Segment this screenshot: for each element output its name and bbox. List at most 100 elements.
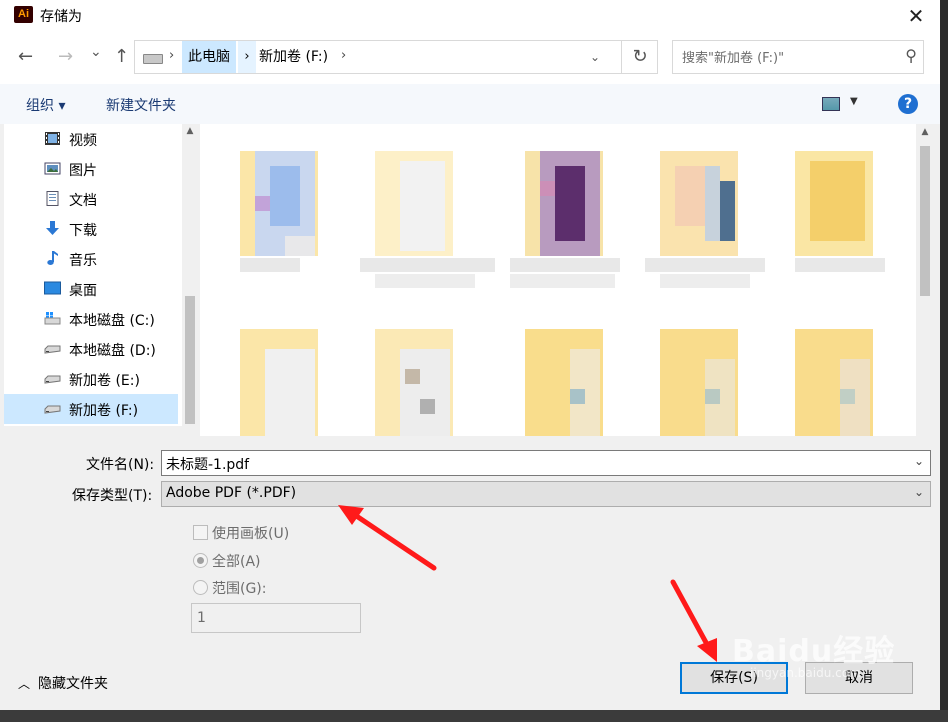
file-caption-blurred: [360, 258, 495, 272]
search-icon[interactable]: ⚲: [905, 46, 917, 65]
download-icon: [46, 221, 59, 235]
sidebar-item-drive-f[interactable]: 新加卷 (F:): [4, 394, 178, 424]
sidebar-item-label: 新加卷 (E:): [69, 373, 140, 389]
file-list: [200, 124, 916, 436]
sidebar-item-music[interactable]: 音乐: [4, 244, 178, 274]
baidu-watermark: Baidu经验: [732, 634, 896, 669]
help-icon[interactable]: ?: [898, 94, 918, 114]
search-box[interactable]: ⚲: [672, 40, 924, 75]
command-toolbar: 组织 ▾ 新建文件夹 ▼ ?: [0, 84, 940, 124]
file-list-scrollbar[interactable]: ▲: [916, 124, 934, 436]
windows-drive-icon: [44, 312, 61, 325]
drive-icon: [44, 405, 61, 414]
sidebar-item-downloads[interactable]: 下载: [4, 214, 178, 244]
new-folder-button[interactable]: 新建文件夹: [106, 95, 176, 115]
view-dropdown-icon[interactable]: ▼: [850, 96, 858, 107]
up-button[interactable]: ↑: [114, 46, 129, 67]
video-icon: [45, 132, 60, 145]
file-thumbnail[interactable]: [240, 136, 318, 256]
illustrator-app-icon: Ai: [14, 6, 33, 23]
range-input[interactable]: 1: [191, 603, 361, 633]
sidebar-item-documents[interactable]: 文档: [4, 184, 178, 214]
breadcrumb-separator: ›: [169, 48, 175, 63]
scrollbar-thumb[interactable]: [185, 296, 195, 424]
address-bar[interactable]: › 此电脑 › 新加卷 (F:) › ⌄ ↻: [134, 40, 658, 74]
window-title: 存储为: [40, 9, 82, 25]
sidebar-item-label: 本地磁盘 (C:): [69, 313, 155, 329]
breadcrumb-separator[interactable]: ›: [238, 41, 256, 73]
sidebar-item-drive-c[interactable]: 本地磁盘 (C:): [4, 304, 178, 334]
scroll-up-icon[interactable]: ▲: [916, 127, 934, 137]
sidebar-item-pictures[interactable]: 图片: [4, 154, 178, 184]
breadcrumb-this-pc[interactable]: 此电脑: [182, 41, 236, 73]
sidebar-item-videos[interactable]: 视频: [4, 124, 178, 154]
use-artboards-checkbox[interactable]: [193, 525, 208, 540]
file-caption-blurred: [645, 258, 765, 272]
background-window-edge: [940, 0, 948, 722]
back-button[interactable]: ←: [18, 46, 33, 67]
music-icon: [47, 251, 58, 265]
drive-icon: [44, 375, 61, 384]
view-options-icon[interactable]: [822, 97, 840, 111]
refresh-button[interactable]: ↻: [621, 41, 658, 73]
filename-input[interactable]: [162, 451, 888, 477]
file-caption-blurred: [510, 274, 615, 288]
close-button[interactable]: ✕: [900, 0, 932, 32]
file-caption-blurred: [660, 274, 750, 288]
range-custom-radio[interactable]: [193, 580, 208, 595]
use-artboards-label: 使用画板(U): [212, 526, 290, 542]
navigation-pane: 视频 图片 文档 下载 音乐 桌面 本地磁盘 (C:) 本地磁盘 (D:) 新加…: [4, 124, 198, 426]
documents-icon: [46, 191, 59, 206]
hide-folders-toggle[interactable]: ︿ 隐藏文件夹: [18, 673, 108, 693]
file-caption-blurred: [795, 258, 885, 272]
file-thumbnail[interactable]: [795, 329, 873, 436]
file-thumbnail[interactable]: [795, 136, 873, 256]
background-window-bottom: [0, 710, 948, 722]
recent-locations-button[interactable]: ⌄: [90, 44, 102, 60]
chevron-down-icon[interactable]: ⌄: [914, 485, 924, 499]
organize-menu[interactable]: 组织 ▾: [26, 95, 65, 115]
range-custom-label: 范围(G):: [212, 581, 267, 597]
range-all-radio[interactable]: [193, 553, 208, 568]
chevron-down-icon[interactable]: ⌄: [914, 454, 924, 468]
range-all-label: 全部(A): [212, 554, 261, 570]
sidebar-item-label: 文档: [69, 193, 97, 209]
pictures-icon: [44, 162, 61, 175]
file-thumbnail[interactable]: [240, 329, 318, 436]
sidebar-item-label: 音乐: [69, 253, 97, 269]
navigation-scrollbar[interactable]: ▲: [182, 124, 198, 426]
file-thumbnail[interactable]: [525, 329, 603, 436]
scroll-up-icon[interactable]: ▲: [182, 126, 198, 136]
file-thumbnail[interactable]: [375, 329, 453, 436]
breadcrumb-separator[interactable]: ›: [341, 48, 346, 63]
sidebar-item-label: 桌面: [69, 283, 97, 299]
sidebar-item-label: 本地磁盘 (D:): [69, 343, 156, 359]
file-caption-blurred: [510, 258, 620, 272]
file-thumbnail[interactable]: [375, 136, 453, 256]
file-thumbnail[interactable]: [660, 136, 738, 256]
address-dropdown-icon[interactable]: ⌄: [590, 41, 600, 73]
breadcrumb-drive-f[interactable]: 新加卷 (F:): [259, 41, 328, 73]
file-caption-blurred: [240, 258, 300, 272]
file-type-select[interactable]: Adobe PDF (*.PDF) ⌄: [161, 481, 931, 507]
file-thumbnail[interactable]: [525, 136, 603, 256]
sidebar-item-desktop[interactable]: 桌面: [4, 274, 178, 304]
chevron-up-icon: ︿: [18, 677, 31, 691]
navigation-bar: ← → ⌄ ↑ › 此电脑 › 新加卷 (F:) › ⌄ ↻ ⚲: [0, 32, 940, 84]
sidebar-item-drive-d[interactable]: 本地磁盘 (D:): [4, 334, 178, 364]
filename-combobox[interactable]: ⌄: [161, 450, 931, 477]
file-type-label: 保存类型(T):: [72, 488, 153, 504]
title-bar: Ai 存储为 ✕: [0, 0, 940, 32]
file-caption-blurred: [375, 274, 475, 288]
sidebar-item-label: 下载: [69, 223, 97, 239]
scrollbar-thumb[interactable]: [920, 146, 930, 296]
forward-button[interactable]: →: [58, 46, 73, 67]
file-type-value: Adobe PDF (*.PDF): [166, 485, 297, 501]
sidebar-item-drive-e[interactable]: 新加卷 (E:): [4, 364, 178, 394]
drive-icon: [143, 54, 163, 64]
file-thumbnail[interactable]: [660, 329, 738, 436]
sidebar-item-label: 图片: [69, 163, 97, 179]
search-input[interactable]: [673, 41, 899, 75]
drive-icon: [44, 345, 61, 354]
filename-label: 文件名(N):: [86, 457, 155, 473]
